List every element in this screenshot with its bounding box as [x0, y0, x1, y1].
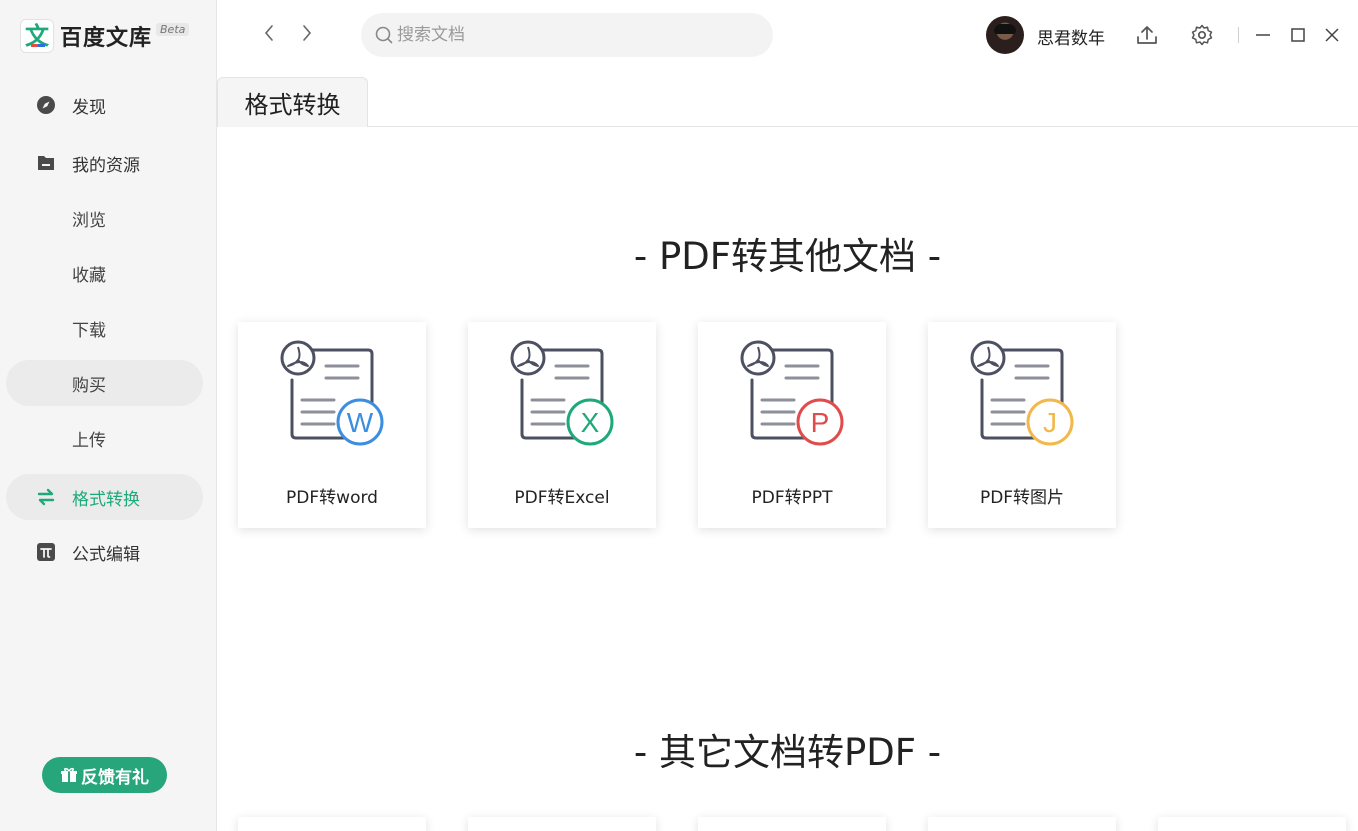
pdf-to-excel-card[interactable]: X PDF转Excel	[468, 322, 656, 528]
gift-icon	[61, 767, 77, 782]
badge-letter-x: X	[581, 407, 600, 438]
section-title-pdf-to-other: - PDF转其他文档 -	[633, 235, 942, 278]
chevron-left-icon	[264, 25, 273, 41]
card-label: PDF转Excel	[514, 488, 610, 508]
minimize-button[interactable]	[1251, 23, 1275, 47]
swap-arrows-icon	[36, 487, 56, 507]
maximize-icon	[1291, 28, 1305, 42]
app-name: 百度文库	[60, 26, 153, 51]
sidebar-item-label: 我的资源	[72, 155, 140, 176]
tab-format-convert[interactable]: 格式转换	[217, 77, 368, 127]
pdf-to-image-icon: J	[970, 340, 1074, 446]
pdf-to-image-card[interactable]: J PDF转图片	[928, 322, 1116, 528]
other-to-pdf-card[interactable]	[928, 817, 1116, 831]
avatar[interactable]	[986, 16, 1024, 54]
folder-icon	[36, 153, 56, 173]
sidebar-item-uploads[interactable]: 上传	[6, 415, 203, 461]
upload-icon	[1137, 26, 1157, 44]
sidebar-item-label: 下载	[72, 320, 106, 341]
sidebar-item-formula-edit[interactable]: 公式编辑	[6, 529, 203, 575]
sidebar-item-favorites[interactable]: 收藏	[6, 250, 203, 296]
pi-icon	[36, 542, 56, 562]
sidebar-item-discover[interactable]: 发现	[6, 82, 203, 128]
sidebar: 文 百度文库 Beta 发现 我的资源 浏览 收藏 下载 购买 上传 格式转换 …	[0, 0, 217, 831]
maximize-button[interactable]	[1286, 23, 1310, 47]
chevron-right-icon	[303, 25, 312, 41]
pdf-to-ppt-icon: P	[740, 340, 844, 446]
sidebar-item-label: 收藏	[72, 265, 106, 286]
sidebar-item-purchased[interactable]: 购买	[6, 360, 203, 406]
card-label: PDF转图片	[979, 488, 1065, 508]
search-input[interactable]	[397, 13, 757, 57]
other-to-pdf-card[interactable]	[238, 817, 426, 831]
close-button[interactable]	[1320, 23, 1344, 47]
other-to-pdf-card[interactable]	[1158, 817, 1346, 831]
badge-letter-j: J	[1043, 407, 1057, 438]
close-icon	[1325, 28, 1339, 42]
app-logo[interactable]: 文 百度文库 Beta	[20, 18, 190, 54]
sidebar-item-downloads[interactable]: 下载	[6, 305, 203, 351]
pdf-to-ppt-card[interactable]: P PDF转PPT	[698, 322, 886, 528]
other-to-pdf-card[interactable]	[698, 817, 886, 831]
tab-bar: 格式转换	[217, 77, 1358, 127]
sidebar-item-label: 发现	[72, 97, 106, 118]
feedback-button[interactable]: 反馈有礼	[42, 757, 167, 793]
section-title-other-to-pdf: - 其它文档转PDF -	[633, 731, 942, 774]
forward-button[interactable]	[296, 22, 318, 44]
wenku-logo-icon: 文	[20, 19, 54, 53]
compass-icon	[36, 95, 56, 115]
top-bar: 思君数年	[217, 0, 1358, 70]
card-label: PDF转PPT	[751, 488, 833, 508]
upload-button[interactable]	[1135, 23, 1159, 47]
badge-letter-w: W	[347, 407, 374, 438]
username[interactable]: 思君数年	[1037, 24, 1105, 49]
minimize-icon	[1256, 34, 1270, 36]
sidebar-item-my-resources[interactable]: 我的资源	[6, 140, 203, 186]
sidebar-item-label: 购买	[72, 375, 106, 396]
sidebar-item-label: 格式转换	[72, 489, 140, 510]
pdf-to-word-icon: W	[280, 340, 384, 446]
back-button[interactable]	[258, 22, 280, 44]
other-to-pdf-card[interactable]	[468, 817, 656, 831]
sidebar-item-browse[interactable]: 浏览	[6, 195, 203, 241]
sidebar-item-label: 公式编辑	[72, 544, 140, 565]
settings-button[interactable]	[1190, 23, 1214, 47]
sidebar-item-label: 浏览	[72, 210, 106, 231]
gear-icon	[1191, 24, 1213, 46]
sidebar-item-format-convert[interactable]: 格式转换	[6, 474, 203, 520]
feedback-label: 反馈有礼	[81, 767, 149, 788]
pdf-to-word-card[interactable]: W PDF转word	[238, 322, 426, 528]
search-icon	[375, 26, 393, 44]
badge-letter-p: P	[811, 407, 830, 438]
search-box[interactable]	[361, 13, 773, 57]
toolbar-divider	[1238, 27, 1239, 43]
sidebar-item-label: 上传	[72, 430, 106, 451]
card-label: PDF转word	[286, 488, 378, 508]
pdf-to-excel-icon: X	[510, 340, 614, 446]
beta-badge: Beta	[156, 22, 190, 36]
